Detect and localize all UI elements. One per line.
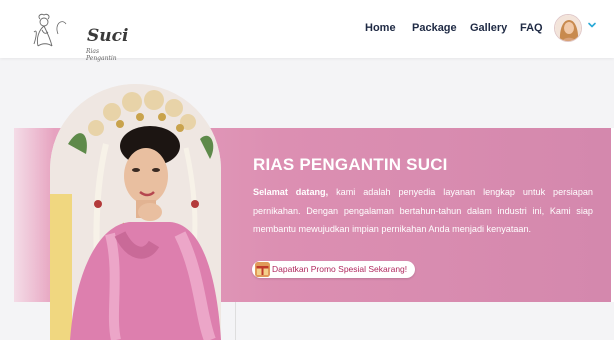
avatar-photo-icon bbox=[555, 15, 581, 41]
hero-intro-bold: Selamat datang, bbox=[253, 187, 329, 197]
user-avatar[interactable] bbox=[554, 14, 582, 42]
promo-label: Dapatkan Promo Spesial Sekarang! bbox=[272, 264, 408, 274]
hero-title: RIAS PENGANTIN SUCI bbox=[253, 155, 448, 174]
nav-gallery-link[interactable]: Gallery bbox=[470, 22, 507, 34]
gift-icon bbox=[255, 262, 270, 277]
brand-name: Suci bbox=[87, 26, 129, 46]
hero-description: Selamat datang, kami adalah penyedia lay… bbox=[253, 183, 593, 239]
top-navbar: Suci Rias Pengantin Home Package Gallery… bbox=[0, 0, 614, 62]
bride-photo bbox=[50, 84, 221, 340]
hero-banner-fade bbox=[14, 128, 54, 302]
chevron-down-icon[interactable] bbox=[587, 20, 597, 30]
brand-tagline: Rias Pengantin bbox=[86, 48, 117, 62]
bride-image bbox=[50, 84, 221, 340]
promo-button[interactable]: Dapatkan Promo Spesial Sekarang! bbox=[252, 261, 416, 278]
nav-home-link[interactable]: Home bbox=[365, 22, 396, 34]
section-divider bbox=[235, 302, 236, 340]
brand-logo[interactable]: Suci Rias Pengantin bbox=[32, 10, 128, 62]
nav-faq-link[interactable]: FAQ bbox=[520, 22, 543, 34]
nav-package-link[interactable]: Package bbox=[412, 22, 457, 34]
